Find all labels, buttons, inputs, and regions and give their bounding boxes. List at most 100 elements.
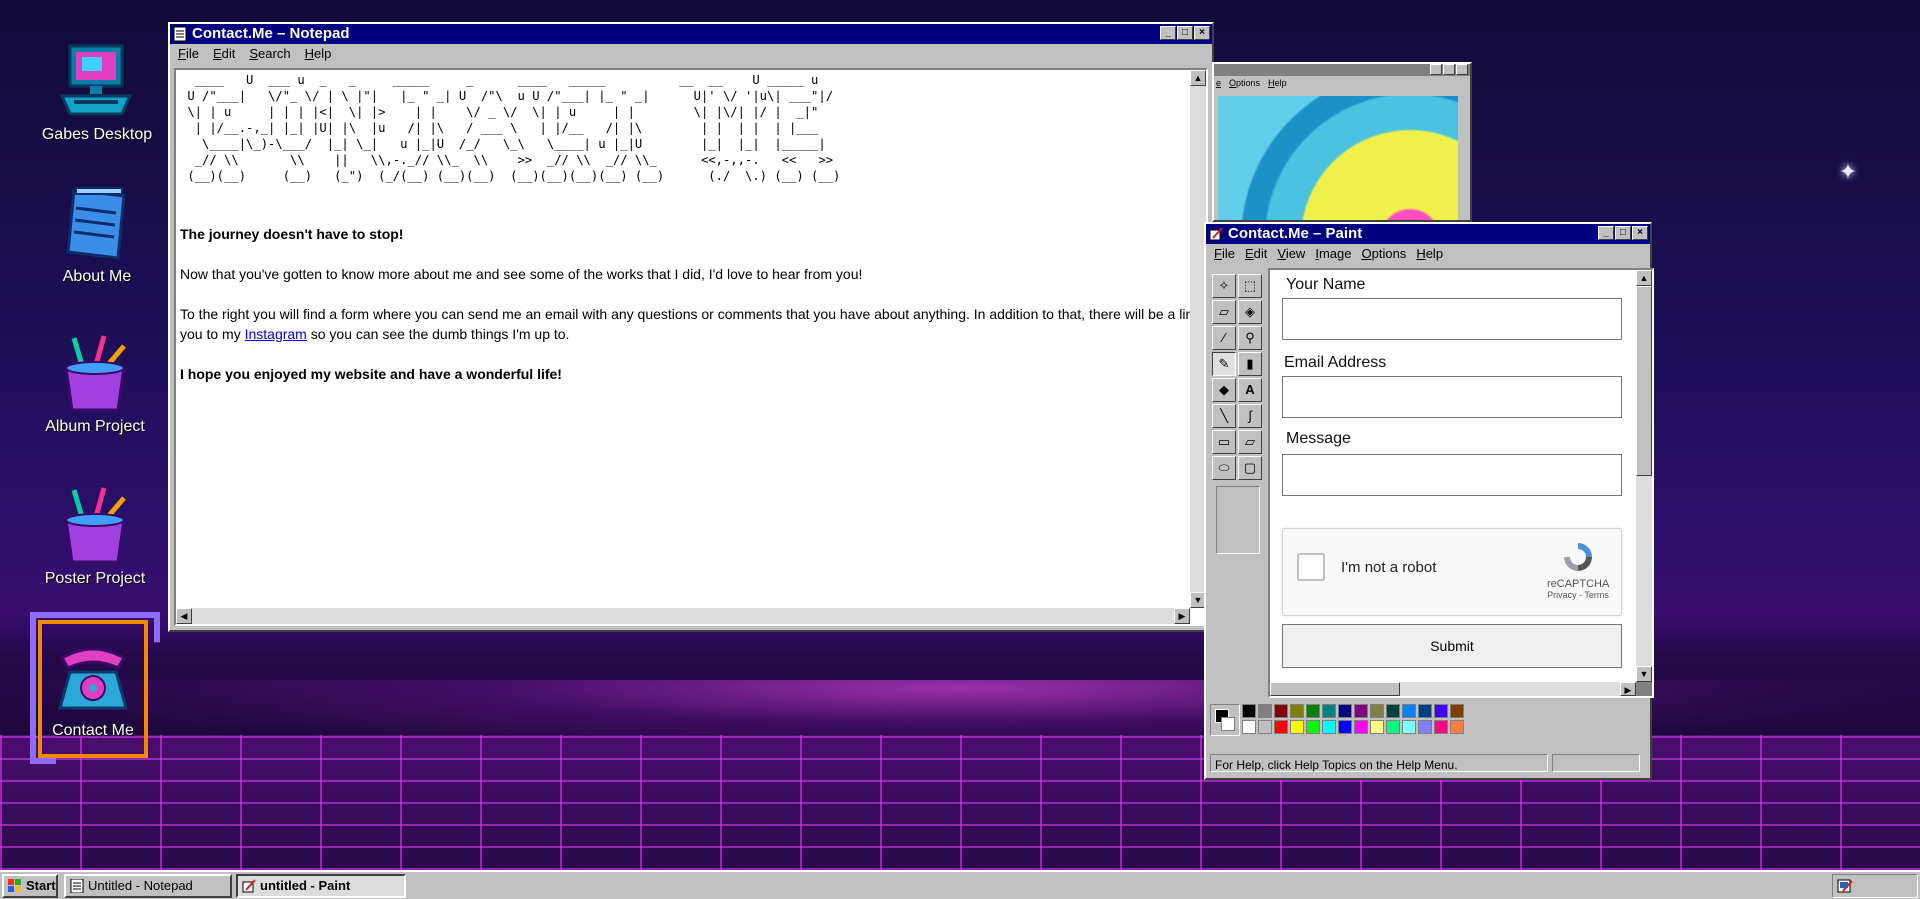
horizontal-scrollbar[interactable]: ◀ ▶ [176, 608, 1190, 624]
color-picker-icon[interactable]: ⁄ [1212, 326, 1236, 350]
palette-swatch[interactable] [1418, 704, 1432, 718]
palette-swatch[interactable] [1322, 704, 1336, 718]
scroll-right-arrow[interactable]: ▶ [1620, 682, 1636, 696]
notepad-titlebar[interactable]: Contact.Me – Notepad _ □ × [170, 24, 1212, 44]
palette-swatch[interactable] [1290, 704, 1304, 718]
palette-swatch[interactable] [1370, 704, 1384, 718]
palette-swatch[interactable] [1242, 720, 1256, 734]
instagram-link[interactable]: Instagram [245, 326, 307, 342]
palette-swatch[interactable] [1322, 720, 1336, 734]
pencil-icon[interactable]: ✎ [1212, 352, 1236, 376]
menu-help[interactable]: Help [1268, 76, 1287, 90]
palette-swatch[interactable] [1258, 704, 1272, 718]
paint-canvas[interactable]: Your Name Email Address Message I'm not … [1268, 268, 1654, 698]
scroll-thumb[interactable] [1636, 286, 1652, 476]
eraser-icon[interactable]: ▱ [1212, 300, 1236, 324]
close-button[interactable] [1456, 64, 1468, 75]
email-field[interactable] [1282, 376, 1622, 418]
palette-swatch[interactable] [1242, 704, 1256, 718]
recaptcha-links[interactable]: Privacy - Terms [1547, 590, 1609, 600]
palette-swatch[interactable] [1450, 720, 1464, 734]
desktop-icon-gabes-desktop[interactable]: Gabes Desktop [32, 40, 162, 144]
fill-bucket-icon[interactable]: ◈ [1238, 300, 1262, 324]
menu-image[interactable]: Image [1315, 244, 1351, 264]
scroll-up-arrow[interactable]: ▲ [1190, 70, 1206, 86]
start-button[interactable]: Start [2, 874, 58, 898]
rect-select-icon[interactable]: ⬚ [1238, 274, 1262, 298]
palette-swatch[interactable] [1354, 704, 1368, 718]
message-field[interactable] [1282, 454, 1622, 496]
scroll-up-arrow[interactable]: ▲ [1636, 270, 1652, 286]
menu-search[interactable]: Search [249, 44, 290, 64]
paint-titlebar[interactable]: Contact.Me – Paint _ □ × [1206, 224, 1650, 244]
notepad-text-area[interactable]: ____ U ___ u _ _ _____ _ ____ _____ __ _… [174, 68, 1208, 626]
palette-swatch[interactable] [1402, 704, 1416, 718]
minimize-button[interactable]: _ [1598, 226, 1614, 240]
palette-swatch[interactable] [1274, 704, 1288, 718]
maximize-button[interactable]: □ [1615, 226, 1631, 240]
desktop-icon-album-project[interactable]: Album Project [30, 332, 160, 436]
tool-options-panel[interactable] [1216, 486, 1260, 554]
airbrush-icon[interactable]: ◆ [1212, 378, 1236, 402]
scroll-thumb[interactable] [1270, 682, 1400, 696]
palette-swatch[interactable] [1386, 720, 1400, 734]
name-field[interactable] [1282, 298, 1622, 340]
palette-swatch[interactable] [1386, 704, 1400, 718]
palette-swatch[interactable] [1338, 720, 1352, 734]
preview-titlebar[interactable] [1214, 64, 1470, 76]
canvas-vertical-scrollbar[interactable]: ▲ ▼ [1636, 270, 1652, 682]
curve-tool-icon[interactable]: ∫ [1238, 404, 1262, 428]
close-button[interactable]: × [1632, 226, 1648, 240]
brush-icon[interactable]: ▮ [1238, 352, 1262, 376]
magnifier-icon[interactable]: ⚲ [1238, 326, 1262, 350]
menu-file[interactable]: File [1214, 244, 1235, 264]
maximize-button[interactable] [1443, 64, 1455, 75]
paint-preview-window[interactable]: e Options Help [1212, 62, 1472, 222]
palette-swatch[interactable] [1450, 704, 1464, 718]
menu-view[interactable]: View [1277, 244, 1305, 264]
menu-file[interactable]: File [178, 44, 199, 64]
palette-swatch[interactable] [1338, 704, 1352, 718]
task-notepad[interactable]: Untitled - Notepad [64, 874, 232, 898]
polygon-tool-icon[interactable]: ▱ [1238, 430, 1262, 454]
menu-options[interactable]: Options [1229, 76, 1260, 90]
palette-swatch[interactable] [1290, 720, 1304, 734]
current-colors[interactable] [1210, 704, 1240, 736]
maximize-button[interactable]: □ [1177, 26, 1193, 40]
palette-swatch[interactable] [1370, 720, 1384, 734]
text-tool-icon[interactable]: A [1238, 378, 1262, 402]
submit-button[interactable]: Submit [1282, 624, 1622, 668]
ellipse-tool-icon[interactable]: ⬭ [1212, 456, 1236, 480]
scroll-right-arrow[interactable]: ▶ [1174, 608, 1190, 624]
palette-swatch[interactable] [1306, 720, 1320, 734]
palette-swatch[interactable] [1402, 720, 1416, 734]
menu-options[interactable]: Options [1361, 244, 1406, 264]
notepad-window[interactable]: Contact.Me – Notepad _ □ × File Edit Sea… [168, 22, 1214, 632]
palette-swatch[interactable] [1258, 720, 1272, 734]
menu-edit[interactable]: Edit [213, 44, 235, 64]
palette-swatch[interactable] [1418, 720, 1432, 734]
minimize-button[interactable]: _ [1160, 26, 1176, 40]
task-paint[interactable]: untitled - Paint [236, 874, 406, 898]
close-button[interactable]: × [1194, 26, 1210, 40]
free-select-icon[interactable]: ✧ [1212, 274, 1236, 298]
paint-window[interactable]: Contact.Me – Paint _ □ × File Edit View … [1204, 222, 1654, 780]
rounded-rect-tool-icon[interactable]: ▢ [1238, 456, 1262, 480]
desktop-icon-poster-project[interactable]: Poster Project [30, 484, 160, 588]
menu-help[interactable]: Help [305, 44, 332, 64]
menu-edit[interactable]: Edit [1245, 244, 1267, 264]
palette-swatch[interactable] [1434, 720, 1448, 734]
palette-swatch[interactable] [1306, 704, 1320, 718]
scroll-left-arrow[interactable]: ◀ [176, 608, 192, 624]
minimize-button[interactable] [1430, 64, 1442, 75]
desktop-icon-contact-me[interactable]: Contact Me [28, 636, 158, 740]
palette-swatch[interactable] [1354, 720, 1368, 734]
desktop-icon-about-me[interactable]: About Me [32, 182, 162, 286]
paint-tray-icon[interactable] [1837, 878, 1853, 899]
canvas-horizontal-scrollbar[interactable]: ▶ [1270, 682, 1636, 696]
palette-swatch[interactable] [1274, 720, 1288, 734]
line-tool-icon[interactable]: ╲ [1212, 404, 1236, 428]
palette-swatch[interactable] [1434, 704, 1448, 718]
scroll-down-arrow[interactable]: ▼ [1636, 666, 1652, 682]
menu-help[interactable]: Help [1416, 244, 1443, 264]
